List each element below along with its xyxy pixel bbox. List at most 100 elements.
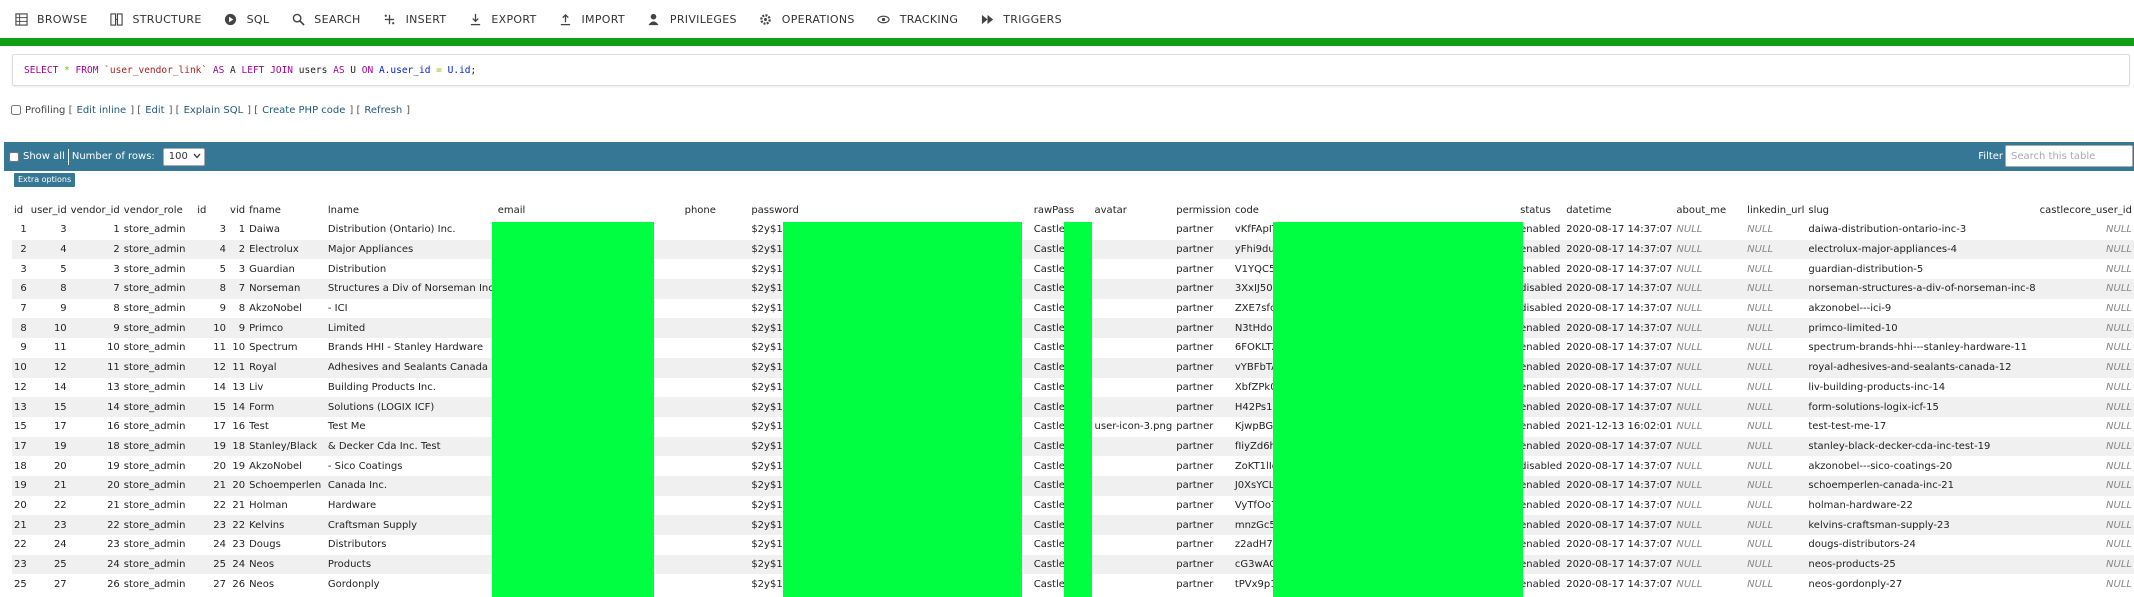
table-cell[interactable]	[1092, 338, 1175, 358]
tab-privileges[interactable]: PRIVILEGES	[647, 12, 737, 26]
table-cell[interactable]: store_admin	[121, 456, 196, 476]
table-cell[interactable]	[682, 436, 750, 457]
table-cell[interactable]: NULL	[2037, 416, 2134, 437]
table-cell[interactable]: Solutions (LOGIX ICF)	[325, 397, 496, 417]
table-cell[interactable]	[682, 239, 750, 260]
table-cell[interactable]: enabled	[1518, 495, 1565, 516]
table-cell[interactable]: Schoemperlen	[247, 475, 326, 496]
table-cell[interactable]	[682, 318, 750, 339]
table-cell[interactable]: Neos	[247, 574, 326, 595]
table-cell[interactable]: 8	[12, 318, 29, 339]
table-cell[interactable]: enabled	[1518, 554, 1565, 575]
table-cell[interactable]: partner	[1174, 495, 1233, 516]
table-cell[interactable]	[1092, 220, 1175, 240]
table-cell[interactable]	[682, 397, 750, 417]
column-header[interactable]: email	[496, 201, 683, 220]
table-cell[interactable]: NULL	[1745, 554, 1807, 575]
table-cell[interactable]: holman-hardware-22	[1806, 495, 2038, 516]
table-cell[interactable]: daiwa-distribution-ontario-inc-3	[1806, 220, 2038, 240]
column-header[interactable]: id	[195, 201, 228, 220]
table-cell[interactable]	[1092, 515, 1175, 535]
table-cell[interactable]: 18	[228, 436, 248, 457]
create-php-link[interactable]: Create PHP code	[262, 105, 345, 116]
table-cell[interactable]: 2020-08-17 14:37:07	[1564, 377, 1675, 398]
table-cell[interactable]: user-icon-3.png	[1092, 416, 1175, 437]
table-cell[interactable]: disabled	[1518, 298, 1565, 319]
table-cell[interactable]: partner	[1174, 436, 1233, 457]
table-cell[interactable]: partner	[1174, 554, 1233, 575]
table-cell[interactable]: NULL	[1674, 554, 1746, 575]
table-cell[interactable]: Building Products Inc.	[325, 377, 496, 398]
table-cell[interactable]: Stanley/Black	[247, 436, 326, 457]
table-cell[interactable]: 4	[28, 239, 69, 260]
table-cell[interactable]: partner	[1174, 377, 1233, 398]
table-cell[interactable]: enabled	[1518, 535, 1565, 555]
table-cell[interactable]: enabled	[1518, 475, 1565, 496]
sql-query-box[interactable]: SELECT * FROM `user_vendor_link` AS A LE…	[12, 54, 2130, 86]
table-cell[interactable]: Spectrum	[247, 338, 326, 358]
table-cell[interactable]: 11	[68, 357, 122, 378]
table-cell[interactable]: NULL	[2037, 318, 2134, 339]
table-cell[interactable]: 20	[68, 475, 122, 496]
table-cell[interactable]: 21	[12, 515, 29, 535]
table-cell[interactable]: NULL	[1674, 436, 1746, 457]
table-cell[interactable]: NULL	[1745, 338, 1807, 358]
table-cell[interactable]: 24	[68, 554, 122, 575]
table-cell[interactable]: 10	[12, 357, 29, 378]
table-cell[interactable]: NULL	[1674, 357, 1746, 378]
table-cell[interactable]: Canada Inc.	[325, 475, 496, 496]
refresh-link[interactable]: Refresh	[364, 105, 402, 116]
table-cell[interactable]	[682, 475, 750, 496]
table-cell[interactable]: schoemperlen-canada-inc-21	[1806, 475, 2038, 496]
extra-options-button[interactable]: Extra options	[14, 173, 76, 187]
table-cell[interactable]: guardian-distribution-5	[1806, 259, 2038, 280]
table-cell[interactable]: 20	[228, 475, 248, 496]
edit-inline-link[interactable]: Edit inline	[77, 105, 127, 116]
table-cell[interactable]: 22	[228, 515, 248, 535]
table-cell[interactable]: store_admin	[121, 574, 196, 595]
table-cell[interactable]: Distribution (Ontario) Inc.	[325, 220, 496, 240]
column-header[interactable]: phone	[683, 201, 750, 220]
table-cell[interactable]: & Decker Cda Inc. Test	[325, 436, 496, 457]
table-cell[interactable]	[1092, 298, 1175, 319]
table-cell[interactable]: NULL	[1674, 535, 1746, 555]
table-cell[interactable]: store_admin	[121, 220, 196, 240]
table-cell[interactable]: 3	[12, 259, 29, 280]
table-cell[interactable]: NULL	[1674, 318, 1746, 339]
table-cell[interactable]: 2020-08-17 14:37:07	[1564, 239, 1675, 260]
table-cell[interactable]: 2020-08-17 14:37:07	[1564, 357, 1675, 378]
table-cell[interactable]: royal-adhesives-and-sealants-canada-12	[1806, 357, 2038, 378]
table-cell[interactable]: 8	[68, 298, 122, 319]
table-cell[interactable]: NULL	[1745, 515, 1807, 535]
table-cell[interactable]	[1092, 436, 1175, 457]
table-cell[interactable]: store_admin	[121, 554, 196, 575]
tab-search[interactable]: SEARCH	[291, 12, 360, 26]
tab-browse[interactable]: BROWSE	[14, 12, 87, 26]
table-cell[interactable]: NULL	[2037, 535, 2134, 555]
table-cell[interactable]	[1092, 239, 1175, 260]
table-cell[interactable]: Major Appliances	[325, 239, 496, 260]
table-cell[interactable]: Distributors	[325, 535, 496, 555]
table-cell[interactable]: 3	[68, 259, 122, 280]
table-cell[interactable]: store_admin	[121, 357, 196, 378]
table-cell[interactable]: store_admin	[121, 318, 196, 339]
table-cell[interactable]: NULL	[1674, 298, 1746, 319]
column-header[interactable]: fname	[247, 201, 326, 220]
table-cell[interactable]: 2020-08-17 14:37:07	[1564, 279, 1675, 299]
table-cell[interactable]: NULL	[2037, 495, 2134, 516]
table-cell[interactable]: 2020-08-17 14:37:07	[1564, 515, 1675, 535]
table-cell[interactable]: NULL	[2037, 239, 2134, 260]
table-cell[interactable]: kelvins-craftsman-supply-23	[1806, 515, 2038, 535]
table-cell[interactable]: partner	[1174, 515, 1233, 535]
table-cell[interactable]	[1092, 318, 1175, 339]
table-cell[interactable]: 24	[28, 535, 69, 555]
table-cell[interactable]: 27	[28, 574, 69, 595]
table-cell[interactable]: NULL	[2037, 515, 2134, 535]
table-cell[interactable]	[682, 535, 750, 555]
table-cell[interactable]: 9	[28, 298, 69, 319]
table-cell[interactable]: 2020-08-17 14:37:07	[1564, 220, 1675, 240]
table-cell[interactable]	[682, 220, 750, 240]
table-cell[interactable]: 2020-08-17 14:37:07	[1564, 574, 1675, 595]
table-cell[interactable]: neos-gordonply-27	[1806, 574, 2038, 595]
table-cell[interactable]: 9	[68, 318, 122, 339]
